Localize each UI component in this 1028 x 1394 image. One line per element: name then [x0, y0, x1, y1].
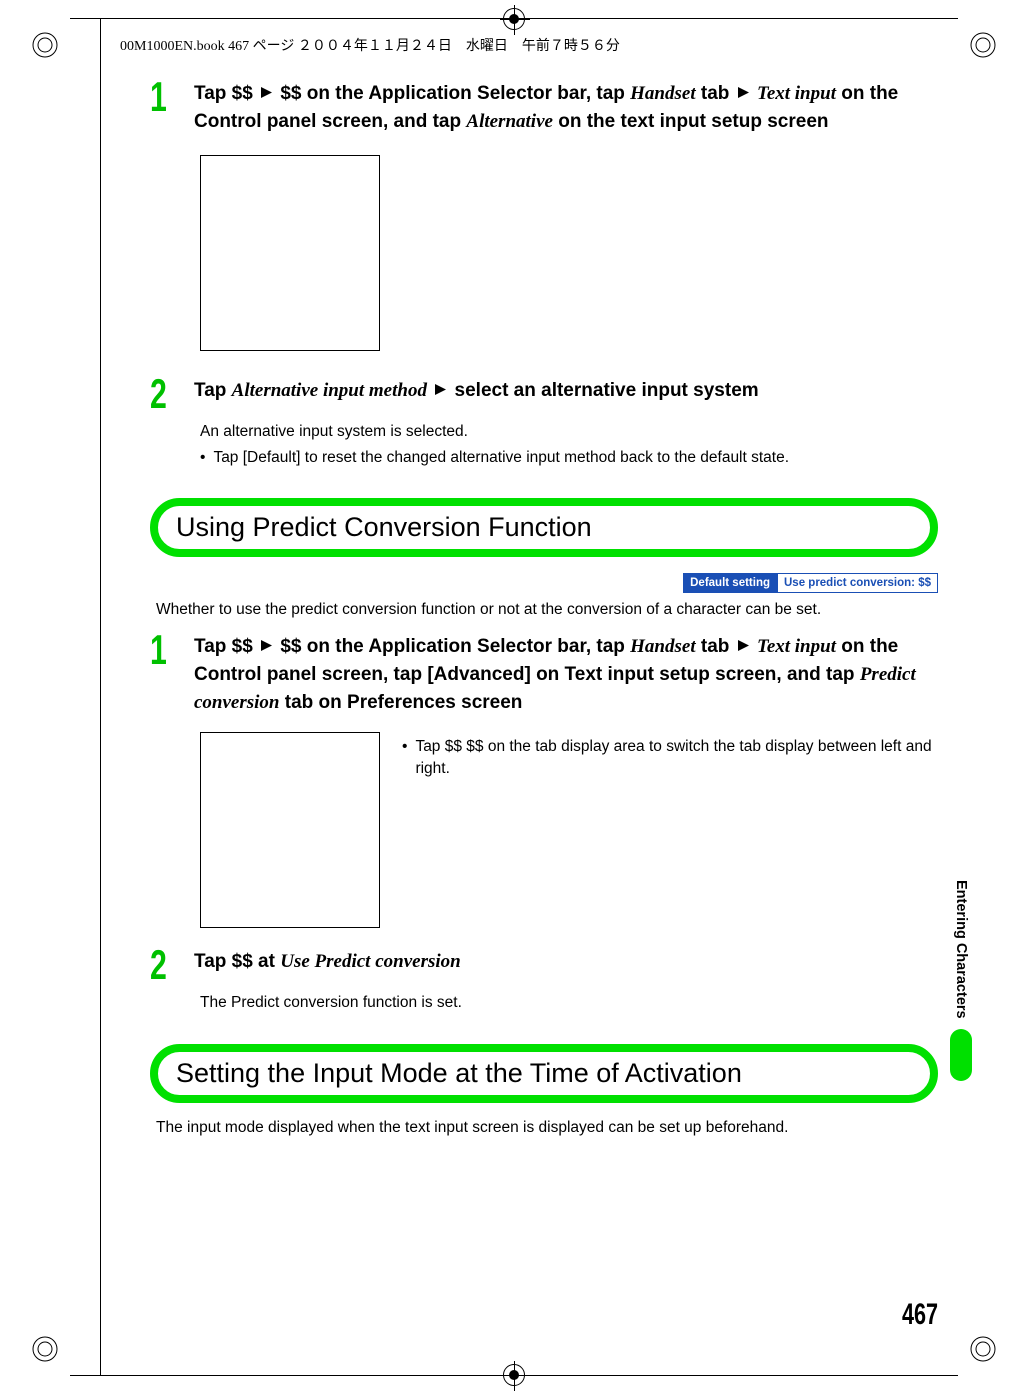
chapter-side-tab: Entering Characters	[950, 880, 972, 1081]
chapter-indicator	[950, 1029, 972, 1081]
section-heading: Using Predict Conversion Function	[150, 498, 938, 557]
section-heading-text: Setting the Input Mode at the Time of Ac…	[176, 1058, 912, 1089]
default-setting-badge: Default setting Use predict conversion: …	[683, 573, 938, 593]
registration-mark-top	[503, 8, 525, 30]
bullet-icon: •	[402, 736, 407, 779]
document-header-info: 00M1000EN.book 467 ページ ２００４年１１月２４日 水曜日 午…	[120, 35, 620, 55]
step-number: 1	[150, 629, 182, 671]
triangle-icon	[738, 640, 749, 651]
ring-icon	[968, 1334, 998, 1364]
badge-value: Use predict conversion: $$	[777, 573, 938, 593]
triangle-icon	[261, 640, 272, 651]
step-sub-text: The Predict conversion function is set.	[200, 992, 938, 1014]
step-2: 2 Tap Alternative input method select an…	[150, 377, 938, 415]
section-heading-text: Using Predict Conversion Function	[176, 512, 912, 543]
step-2: 2 Tap $$ at Use Predict conversion	[150, 948, 938, 986]
screenshot-placeholder	[200, 732, 380, 928]
ring-icon	[30, 1334, 60, 1364]
figure-row: • Tap $$ $$ on the tab display area to s…	[150, 722, 938, 948]
section-heading: Setting the Input Mode at the Time of Ac…	[150, 1044, 938, 1103]
crop-line	[100, 18, 101, 1376]
step-1: 1 Tap $$ $$ on the Application Selector …	[150, 80, 938, 135]
crop-line	[70, 18, 958, 19]
step-1: 1 Tap $$ $$ on the Application Selector …	[150, 633, 938, 716]
bullet-icon: •	[200, 447, 205, 469]
section-intro: Whether to use the predict conversion fu…	[156, 601, 938, 619]
ring-icon	[30, 30, 60, 60]
bullet-note: • Tap $$ $$ on the tab display area to s…	[402, 736, 938, 779]
step-title: Tap $$ $$ on the Application Selector ba…	[194, 80, 938, 135]
ring-icon	[968, 30, 998, 60]
triangle-icon	[435, 384, 446, 395]
side-note: • Tap $$ $$ on the tab display area to s…	[402, 732, 938, 779]
bullet-note: • Tap [Default] to reset the changed alt…	[200, 447, 938, 469]
step-number: 1	[150, 76, 182, 118]
section-intro: The input mode displayed when the text i…	[156, 1119, 938, 1137]
step-title: Tap $$ at Use Predict conversion	[194, 948, 938, 976]
page-content: 1 Tap $$ $$ on the Application Selector …	[150, 80, 938, 1294]
crop-line	[70, 1375, 958, 1376]
page-number: 467	[902, 1298, 938, 1332]
step-number: 2	[150, 944, 182, 986]
step-title: Tap $$ $$ on the Application Selector ba…	[194, 633, 938, 716]
triangle-icon	[738, 87, 749, 98]
screenshot-placeholder	[200, 155, 380, 351]
step-sub-text: An alternative input system is selected.	[200, 421, 938, 443]
step-number: 2	[150, 373, 182, 415]
chapter-label: Entering Characters	[953, 880, 969, 1019]
step-title: Tap Alternative input method select an a…	[194, 377, 938, 405]
triangle-icon	[261, 87, 272, 98]
badge-label: Default setting	[683, 573, 777, 593]
